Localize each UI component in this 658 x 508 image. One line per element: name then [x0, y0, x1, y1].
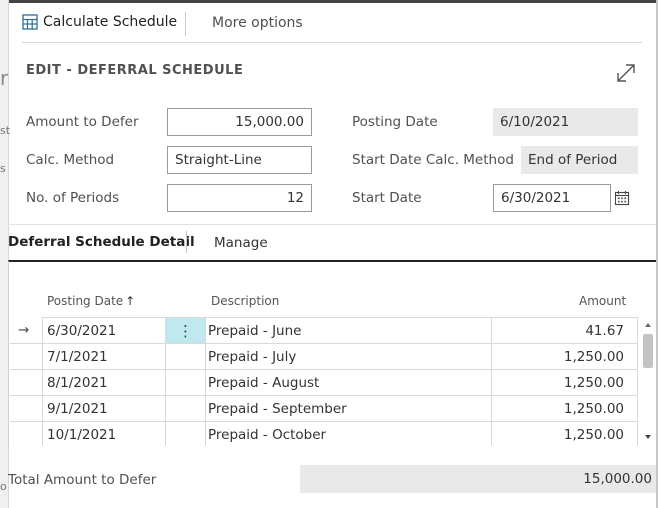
grid-line [10, 343, 42, 344]
calc-method-select[interactable]: Straight-Line [167, 146, 312, 174]
row-amount[interactable]: 41.67 [492, 323, 624, 339]
grid-line [42, 369, 637, 370]
calc-method-label: Calc. Method [26, 152, 115, 168]
row-amount[interactable]: 1,250.00 [492, 349, 624, 365]
row-posting-date[interactable]: 8/1/2021 [47, 375, 108, 391]
no-of-periods-value: 12 [286, 190, 304, 206]
row-actions-menu-icon[interactable]: ⋮ [166, 318, 205, 343]
row-description[interactable]: Prepaid - June [208, 323, 301, 339]
page-title: EDIT - DEFERRAL SCHEDULE [26, 63, 244, 78]
form-divider [8, 224, 656, 225]
grid-line [10, 369, 42, 370]
calculator-grid-icon [22, 14, 38, 30]
scroll-down-icon[interactable] [643, 432, 653, 442]
grid-column-line [205, 317, 206, 446]
row-description[interactable]: Prepaid - August [208, 375, 319, 391]
row-amount[interactable]: 1,250.00 [492, 427, 624, 443]
total-amount-to-defer-field: 15,000.00 [300, 465, 656, 493]
amount-to-defer-value: 15,000.00 [235, 114, 304, 130]
no-of-periods-field[interactable]: 12 [167, 184, 312, 212]
start-date-calc-method-field: End of Period [521, 146, 638, 174]
row-posting-date[interactable]: 7/1/2021 [47, 349, 108, 365]
posting-date-field: 6/10/2021 [493, 108, 638, 136]
row-description[interactable]: Prepaid - October [208, 427, 326, 443]
background-text: st [0, 124, 11, 137]
current-row-arrow-icon: → [18, 322, 30, 338]
total-amount-to-defer-label: Total Amount to Defer [8, 472, 157, 488]
start-date-calc-method-label: Start Date Calc. Method [352, 152, 514, 168]
grid-line [10, 395, 42, 396]
sort-ascending-icon: ↑ [125, 294, 136, 308]
row-description[interactable]: Prepaid - July [208, 349, 296, 365]
total-amount-to-defer-value: 15,000.00 [583, 471, 652, 487]
column-header-label: Posting Date [47, 294, 124, 308]
grid-line [42, 317, 637, 318]
background-text: r [0, 66, 9, 90]
grid-line [42, 343, 637, 344]
deferral-schedule-detail-tab[interactable]: Deferral Schedule Detail [8, 234, 195, 250]
scrollbar-thumb[interactable] [643, 334, 653, 368]
column-header-posting-date[interactable]: Posting Date ↑ [47, 294, 135, 308]
background-text: o [0, 480, 7, 493]
calc-method-value: Straight-Line [175, 152, 262, 168]
no-of-periods-label: No. of Periods [26, 190, 120, 206]
posting-date-label: Posting Date [352, 114, 438, 130]
grid-line [42, 421, 637, 422]
expand-icon[interactable] [614, 61, 638, 85]
calculate-schedule-button[interactable]: Calculate Schedule [22, 14, 177, 30]
manage-button[interactable]: Manage [214, 235, 268, 251]
more-options-button[interactable]: More options [212, 15, 303, 31]
column-header-description[interactable]: Description [211, 294, 279, 308]
toolbar-separator [185, 12, 186, 36]
window-top-border [0, 0, 658, 3]
amount-to-defer-field[interactable]: 15,000.00 [167, 108, 312, 136]
start-date-field[interactable]: 6/30/2021 [493, 184, 611, 212]
row-posting-date[interactable]: 10/1/2021 [47, 427, 116, 443]
row-posting-date[interactable]: 6/30/2021 [47, 323, 116, 339]
grid-column-line [637, 317, 638, 446]
row-amount[interactable]: 1,250.00 [492, 375, 624, 391]
row-posting-date[interactable]: 9/1/2021 [47, 401, 108, 417]
start-date-label: Start Date [352, 190, 422, 206]
grid-column-line [42, 317, 43, 446]
amount-to-defer-label: Amount to Defer [26, 114, 139, 130]
start-date-calc-method-value: End of Period [528, 152, 618, 168]
row-amount[interactable]: 1,250.00 [492, 401, 624, 417]
posting-date-value: 6/10/2021 [500, 114, 570, 130]
row-description[interactable]: Prepaid - September [208, 401, 347, 417]
background-text: s [0, 162, 6, 175]
scroll-up-icon[interactable] [643, 320, 653, 330]
calendar-icon[interactable] [614, 190, 630, 206]
column-header-amount[interactable]: Amount [579, 294, 626, 308]
start-date-value: 6/30/2021 [501, 190, 571, 206]
detail-separator [186, 231, 187, 253]
grid-line [42, 395, 637, 396]
calculate-schedule-label: Calculate Schedule [43, 14, 178, 30]
toolbar-divider [22, 42, 642, 43]
grid-line [10, 421, 42, 422]
